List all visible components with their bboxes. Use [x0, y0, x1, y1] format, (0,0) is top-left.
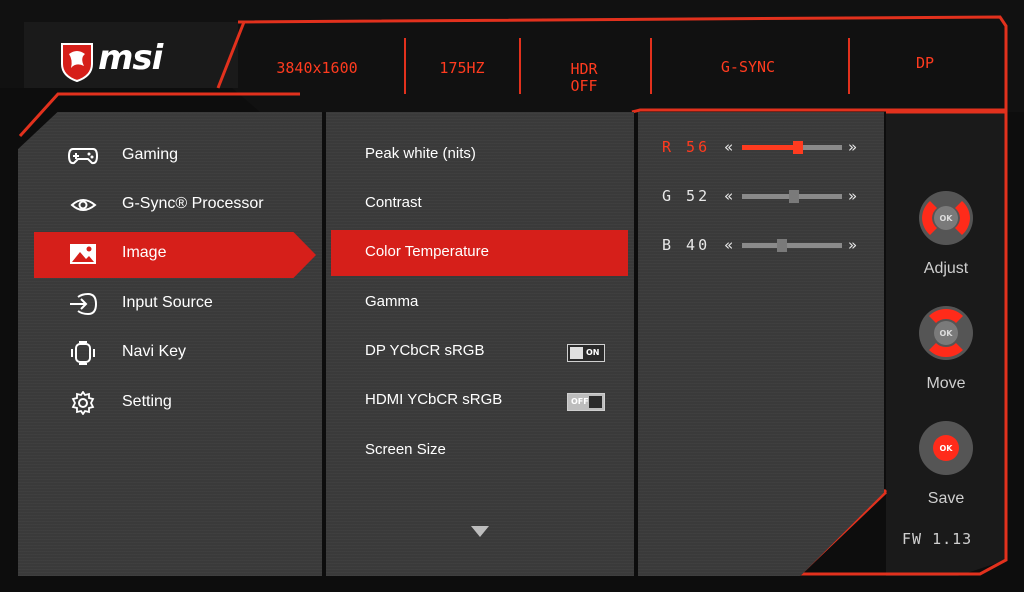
slider-thumb[interactable] — [793, 141, 803, 154]
submenu-item-dp-ycbcr-srgb[interactable]: DP YCbCR sRGB ON — [331, 329, 628, 373]
ok-label: OK — [940, 329, 954, 338]
status-hdr: HDR OFF — [546, 61, 622, 95]
decrease-icon[interactable]: « — [724, 236, 733, 254]
divider — [650, 38, 652, 94]
toggle-knob — [589, 396, 602, 408]
decrease-icon[interactable]: « — [724, 138, 733, 156]
move-label: Move — [926, 375, 966, 392]
navi-key-icon — [71, 341, 95, 365]
firmware-version: FW 1.13 — [902, 530, 973, 548]
menu-item-input-source[interactable]: Input Source — [34, 282, 296, 326]
input-source-icon — [70, 292, 98, 316]
menu-item-image[interactable]: Image — [34, 232, 316, 278]
status-refresh-rate: 175HZ — [439, 59, 485, 77]
menu-item-setting[interactable]: Setting — [34, 381, 296, 425]
submenu-label: Peak white (nits) — [365, 145, 476, 162]
increase-icon[interactable]: » — [848, 236, 857, 254]
toggle-state: OFF — [571, 397, 589, 406]
menu-label: Setting — [122, 393, 172, 410]
menu-label: Input Source — [122, 294, 213, 311]
divider — [519, 38, 521, 94]
adjust-joystick-icon: OK — [919, 191, 973, 245]
slider-fill — [742, 145, 798, 150]
menu-item-gsync-processor[interactable]: G-Sync® Processor — [34, 183, 296, 227]
submenu-item-hdmi-ycbcr-srgb[interactable]: HDMI YCbCR sRGB OFF — [331, 378, 628, 422]
ok-label: OK — [940, 444, 954, 453]
menu-label: Image — [122, 244, 167, 261]
move-joystick-icon: OK — [919, 306, 973, 360]
submenu-item-peak-white[interactable]: Peak white (nits) — [331, 132, 628, 176]
msi-dragon-shield-icon — [61, 43, 93, 82]
ok-label: OK — [940, 214, 954, 223]
slider-label: B 40 — [662, 236, 711, 254]
toggle-knob — [570, 347, 583, 359]
slider-green[interactable]: G 52 « » — [662, 187, 862, 207]
slider-label: G 52 — [662, 187, 711, 205]
dp-ycbcr-toggle[interactable]: ON — [567, 344, 605, 362]
submenu-label: Gamma — [365, 293, 419, 310]
increase-icon[interactable]: » — [848, 138, 857, 156]
image-icon — [70, 244, 96, 264]
slider-thumb[interactable] — [789, 190, 799, 203]
decrease-icon[interactable]: « — [724, 187, 733, 205]
status-hdr-label: HDR — [570, 60, 598, 78]
increase-icon[interactable]: » — [848, 187, 857, 205]
menu-item-navi-key[interactable]: Navi Key — [34, 331, 296, 375]
submenu-label: Screen Size — [365, 441, 446, 458]
submenu-item-contrast[interactable]: Contrast — [331, 181, 628, 225]
status-resolution: 3840x1600 — [276, 59, 358, 77]
menu-item-gaming[interactable]: Gaming — [34, 134, 296, 178]
submenu-label: DP YCbCR sRGB — [365, 342, 485, 359]
status-sync: G-SYNC — [720, 58, 776, 76]
slider-track[interactable] — [742, 190, 842, 203]
submenu-item-color-temperature[interactable]: Color Temperature — [331, 230, 628, 276]
submenu-item-gamma[interactable]: Gamma — [331, 280, 628, 324]
slider-fill — [742, 194, 794, 199]
value-panel — [638, 112, 884, 576]
slider-track[interactable] — [742, 239, 842, 252]
save-label: Save — [927, 490, 965, 507]
save-joystick-icon: OK — [919, 421, 973, 475]
divider — [404, 38, 406, 94]
brand-logo-text: msi — [98, 38, 163, 78]
toggle-state: ON — [586, 348, 600, 357]
slider-blue[interactable]: B 40 « » — [662, 236, 862, 256]
slider-label: R 56 — [662, 138, 711, 156]
hdmi-ycbcr-toggle[interactable]: OFF — [567, 393, 605, 411]
menu-label: Navi Key — [122, 343, 187, 360]
slider-thumb[interactable] — [777, 239, 787, 252]
submenu-label: HDMI YCbCR sRGB — [365, 391, 503, 408]
submenu-label: Contrast — [365, 194, 422, 211]
gear-icon — [71, 391, 95, 415]
submenu-item-screen-size[interactable]: Screen Size — [331, 428, 628, 472]
menu-label: G-Sync® Processor — [122, 195, 264, 212]
adjust-label: Adjust — [923, 260, 969, 277]
status-hdr-value: OFF — [570, 77, 598, 95]
divider — [848, 38, 850, 94]
slider-fill — [742, 243, 782, 248]
gamepad-icon — [68, 148, 98, 165]
nvidia-icon — [70, 199, 97, 211]
menu-label: Gaming — [122, 146, 179, 163]
status-input: DP — [915, 54, 935, 72]
slider-track[interactable] — [742, 141, 842, 154]
slider-red[interactable]: R 56 « » — [662, 138, 862, 158]
submenu-label: Color Temperature — [365, 243, 489, 260]
scroll-down-arrow-icon[interactable] — [471, 526, 489, 538]
